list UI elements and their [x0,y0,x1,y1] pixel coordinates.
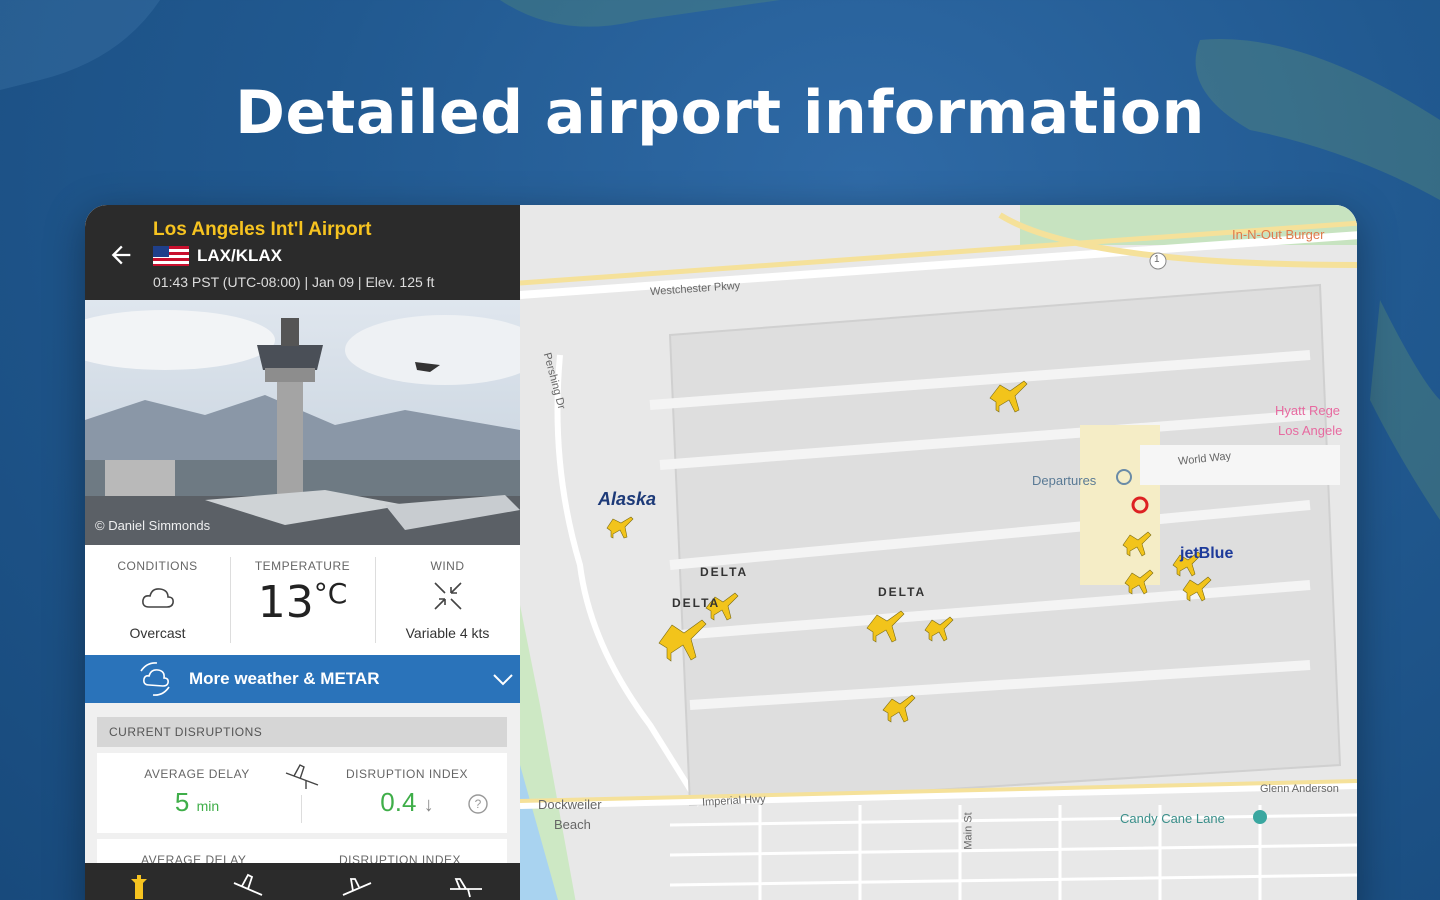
airport-codes-row: LAX/KLAX [153,246,282,266]
arrivals-plane-icon[interactable] [337,871,377,900]
departures-disruption-card[interactable]: AVERAGE DELAY 5 min DISRUPTION INDEX 0.4… [97,753,507,833]
temperature-value: 13 [257,577,314,628]
chevron-down-icon [493,674,513,686]
airline-label-delta-2: DELTA [672,596,721,610]
disruptions-section: CURRENT DISRUPTIONS AVERAGE DELAY 5 min … [97,717,507,869]
disruptions-header: CURRENT DISRUPTIONS [97,717,507,747]
temperature-column: TEMPERATURE 13°C [230,545,375,655]
average-delay-value: 5 min [97,787,297,818]
airport-tower-icon[interactable] [119,871,159,900]
airline-label-delta-1: DELTA [700,565,749,579]
airport-photo[interactable]: © Daniel Simmonds [85,300,520,545]
wind-label: WIND [430,559,465,573]
map-label-hyatt-2: Los Angele [1278,423,1343,438]
map-label-hyatt-1: Hyatt Rege [1275,403,1341,418]
tower-image [85,300,520,545]
conditions-column: CONDITIONS Overcast [85,545,230,655]
average-delay-unit: min [196,798,220,814]
conditions-label: CONDITIONS [117,559,198,573]
device-frame: Los Angeles Int'l Airport LAX/KLAX 01:43… [85,205,1357,900]
map-label-innout: In-N-Out Burger [1232,227,1325,242]
temperature-unit: °C [313,577,348,610]
airline-label-delta-3: DELTA [878,585,927,599]
more-weather-label: More weather & METAR [189,669,380,688]
wind-variable-icon [433,582,462,610]
airport-header: Los Angeles Int'l Airport LAX/KLAX 01:43… [85,205,520,300]
back-arrow-icon[interactable] [107,241,135,269]
average-delay-label: AVERAGE DELAY [144,767,250,781]
departures-plane-icon[interactable] [228,871,268,900]
photo-credit: © Daniel Simmonds [95,518,211,533]
headline: Detailed airport information [235,78,1205,148]
us-flag-icon [153,246,189,266]
weather-summary: CONDITIONS Overcast TEMPERATURE 13°C WIN… [85,545,520,655]
airline-label-alaska: Alaska [598,489,657,509]
airline-label-jetblue: jetBlue [1180,545,1234,562]
airport-time-info: 01:43 PST (UTC-08:00) | Jan 09 | Elev. 1… [153,274,435,290]
map-label-dockweiler-1: Dockweiler [538,797,602,812]
wind-column: WIND Variable 4 kts [375,545,520,655]
wind-value: Variable 4 kts [405,625,490,641]
map-label-glenn: Glenn Anderson [1260,783,1339,795]
disruption-index-number: 0.4 [380,787,417,817]
ground-plane-icon[interactable] [446,871,486,900]
cloud-icon [141,588,174,608]
airport-codes: LAX/KLAX [197,246,282,265]
map-label-main-st: Main St [962,812,975,850]
map-label-dockweiler-2: Beach [554,817,591,832]
bottom-navigation [85,863,520,900]
disruption-index-label: DISRUPTION INDEX [345,767,468,781]
svg-text:?: ? [475,797,482,811]
card-divider [301,795,302,823]
conditions-value: Overcast [129,625,186,641]
arrow-down-icon: ↓ [423,794,434,816]
temperature-display: 13°C [230,577,375,628]
airport-map[interactable]: In-N-Out Burger Westchester Pkwy Hyatt R… [520,205,1357,900]
average-delay: AVERAGE DELAY 5 min [97,767,297,818]
more-weather-button[interactable]: More weather & METAR [85,655,520,703]
temperature-label: TEMPERATURE [254,559,351,573]
help-icon[interactable]: ? [467,793,489,815]
airport-name: Los Angeles Int'l Airport [153,219,372,240]
weather-cycle-icon [140,662,170,696]
average-delay-number: 5 [174,787,190,817]
route-shield-1: 1 [1154,254,1160,265]
map-label-departures: Departures [1032,473,1097,488]
airport-panel: Los Angeles Int'l Airport LAX/KLAX 01:43… [85,205,520,900]
map-label-candy-cane: Candy Cane Lane [1120,811,1225,826]
